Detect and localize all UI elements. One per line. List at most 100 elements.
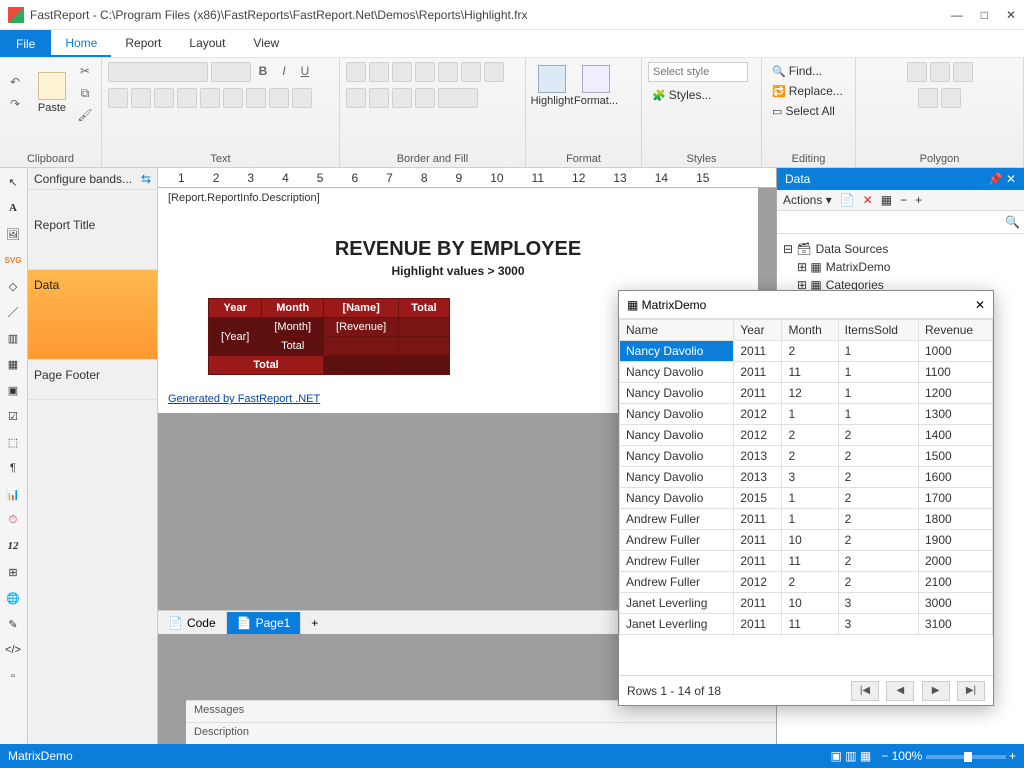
- preview-cell[interactable]: 1: [838, 383, 918, 404]
- polygon-add-icon[interactable]: [930, 62, 950, 82]
- preview-cell[interactable]: Andrew Fuller: [620, 572, 734, 593]
- preview-row[interactable]: Janet Leverling20111033000: [620, 593, 993, 614]
- nav-last-button[interactable]: ▶|: [957, 681, 985, 701]
- border-none-icon[interactable]: [461, 62, 481, 82]
- polygon-edit-icon[interactable]: [953, 62, 973, 82]
- align-center-icon[interactable]: [131, 88, 151, 108]
- font-color-icon[interactable]: [269, 88, 289, 108]
- preview-row[interactable]: Nancy Davolio2012111300: [620, 404, 993, 425]
- matrix-grandtotal-cell2[interactable]: [399, 356, 449, 375]
- subreport-tool-icon[interactable]: ▣: [3, 380, 23, 400]
- font-size-select[interactable]: [211, 62, 251, 82]
- preview-cell[interactable]: 2013: [734, 467, 782, 488]
- preview-cell[interactable]: Andrew Fuller: [620, 530, 734, 551]
- format-button[interactable]: Format...: [576, 62, 616, 110]
- preview-cell[interactable]: 2100: [919, 572, 993, 593]
- description-field[interactable]: [Report.ReportInfo.Description]: [168, 192, 320, 204]
- new-datasource-icon[interactable]: 📄: [840, 193, 855, 207]
- matrix-rowtotal-cell[interactable]: [399, 318, 449, 337]
- view-mode3-icon[interactable]: ▦: [860, 749, 871, 763]
- preview-cell[interactable]: 2011: [734, 383, 782, 404]
- preview-cell[interactable]: 3: [838, 593, 918, 614]
- maximize-button[interactable]: □: [981, 8, 988, 22]
- preview-cell[interactable]: 1: [838, 341, 918, 362]
- matrix-subtotal-label[interactable]: Total: [262, 337, 324, 356]
- matrix-month-header[interactable]: Month: [262, 299, 324, 318]
- paste-button[interactable]: Paste: [32, 69, 72, 117]
- polygon-del-icon[interactable]: [918, 88, 938, 108]
- preview-cell[interactable]: 2: [782, 572, 838, 593]
- nav-next-button[interactable]: ▶: [922, 681, 950, 701]
- cut-icon[interactable]: ✂: [76, 62, 94, 80]
- preview-cell[interactable]: 2011: [734, 530, 782, 551]
- matrix-year-cell[interactable]: [Year]: [209, 318, 262, 356]
- matrix-name-header[interactable]: [Name]: [324, 299, 399, 318]
- bands-collapse-icon[interactable]: ⇆: [141, 172, 151, 186]
- preview-cell[interactable]: 11: [782, 551, 838, 572]
- preview-cell[interactable]: 1: [782, 488, 838, 509]
- preview-cell[interactable]: 1: [782, 509, 838, 530]
- preview-cell[interactable]: 12: [782, 383, 838, 404]
- matrix-grandtotal-cell[interactable]: [324, 356, 399, 375]
- preview-cell[interactable]: 10: [782, 530, 838, 551]
- preview-row[interactable]: Nancy Davolio2011211000: [620, 341, 993, 362]
- shape-tool-icon[interactable]: ◇: [3, 276, 23, 296]
- preview-cell[interactable]: 2011: [734, 509, 782, 530]
- preview-row[interactable]: Nancy Davolio2012221400: [620, 425, 993, 446]
- preview-cell[interactable]: 1100: [919, 362, 993, 383]
- minimize-button[interactable]: —: [951, 8, 963, 22]
- nav-first-button[interactable]: |◀: [851, 681, 879, 701]
- preview-cell[interactable]: Nancy Davolio: [620, 341, 734, 362]
- menu-view[interactable]: View: [239, 30, 293, 57]
- preview-cell[interactable]: 11: [782, 614, 838, 635]
- tree-datasources[interactable]: Data Sources: [816, 242, 889, 256]
- preview-row[interactable]: Nancy Davolio2013321600: [620, 467, 993, 488]
- tab-add[interactable]: +: [301, 612, 328, 634]
- preview-cell[interactable]: 1400: [919, 425, 993, 446]
- preview-cell[interactable]: 2011: [734, 614, 782, 635]
- preview-cell[interactable]: 2015: [734, 488, 782, 509]
- preview-cell[interactable]: 2: [782, 425, 838, 446]
- border-width-select[interactable]: [438, 88, 478, 108]
- chart-tool-icon[interactable]: 📊: [3, 484, 23, 504]
- preview-row[interactable]: Andrew Fuller20111021900: [620, 530, 993, 551]
- line-style-icon[interactable]: [415, 88, 435, 108]
- preview-row[interactable]: Andrew Fuller2011121800: [620, 509, 993, 530]
- menu-file[interactable]: File: [0, 30, 51, 57]
- preview-cell[interactable]: Andrew Fuller: [620, 509, 734, 530]
- preview-cell[interactable]: 2012: [734, 572, 782, 593]
- zoom-slider[interactable]: [964, 752, 972, 762]
- preview-cell[interactable]: 3: [838, 614, 918, 635]
- preview-cell[interactable]: 2: [838, 425, 918, 446]
- preview-cell[interactable]: 2: [782, 341, 838, 362]
- report-subtitle-text[interactable]: Highlight values > 3000: [158, 264, 758, 278]
- valign-middle-icon[interactable]: [223, 88, 243, 108]
- find-button[interactable]: 🔍 Find...: [768, 62, 826, 80]
- underline-button[interactable]: U: [296, 62, 314, 80]
- preview-cell[interactable]: Nancy Davolio: [620, 383, 734, 404]
- view-data-icon[interactable]: ▦: [881, 193, 892, 207]
- menu-home[interactable]: Home: [51, 30, 111, 57]
- expand-icon[interactable]: +: [915, 193, 922, 207]
- menu-report[interactable]: Report: [111, 30, 175, 57]
- rotate-icon[interactable]: [292, 88, 312, 108]
- preview-cell[interactable]: Janet Leverling: [620, 614, 734, 635]
- fill-color-icon[interactable]: [346, 88, 366, 108]
- preview-cell[interactable]: 2000: [919, 551, 993, 572]
- description-panel-header[interactable]: Description: [186, 722, 776, 744]
- preview-cell[interactable]: Nancy Davolio: [620, 467, 734, 488]
- richtext-tool-icon[interactable]: ¶: [3, 458, 23, 478]
- preview-row[interactable]: Janet Leverling20111133100: [620, 614, 993, 635]
- preview-cell[interactable]: Nancy Davolio: [620, 404, 734, 425]
- align-right-icon[interactable]: [154, 88, 174, 108]
- selectall-button[interactable]: ▭ Select All: [768, 102, 839, 120]
- matrix-grandtotal-label[interactable]: Total: [209, 356, 324, 375]
- preview-cell[interactable]: 2011: [734, 362, 782, 383]
- table-tool-icon[interactable]: ▦: [3, 354, 23, 374]
- generated-by-link[interactable]: Generated by FastReport .NET: [168, 393, 320, 405]
- preview-cell[interactable]: Andrew Fuller: [620, 551, 734, 572]
- band-data[interactable]: Data: [28, 270, 157, 360]
- nav-prev-button[interactable]: ◀: [886, 681, 914, 701]
- border-bottom-icon[interactable]: [369, 62, 389, 82]
- preview-col-header[interactable]: Year: [734, 320, 782, 341]
